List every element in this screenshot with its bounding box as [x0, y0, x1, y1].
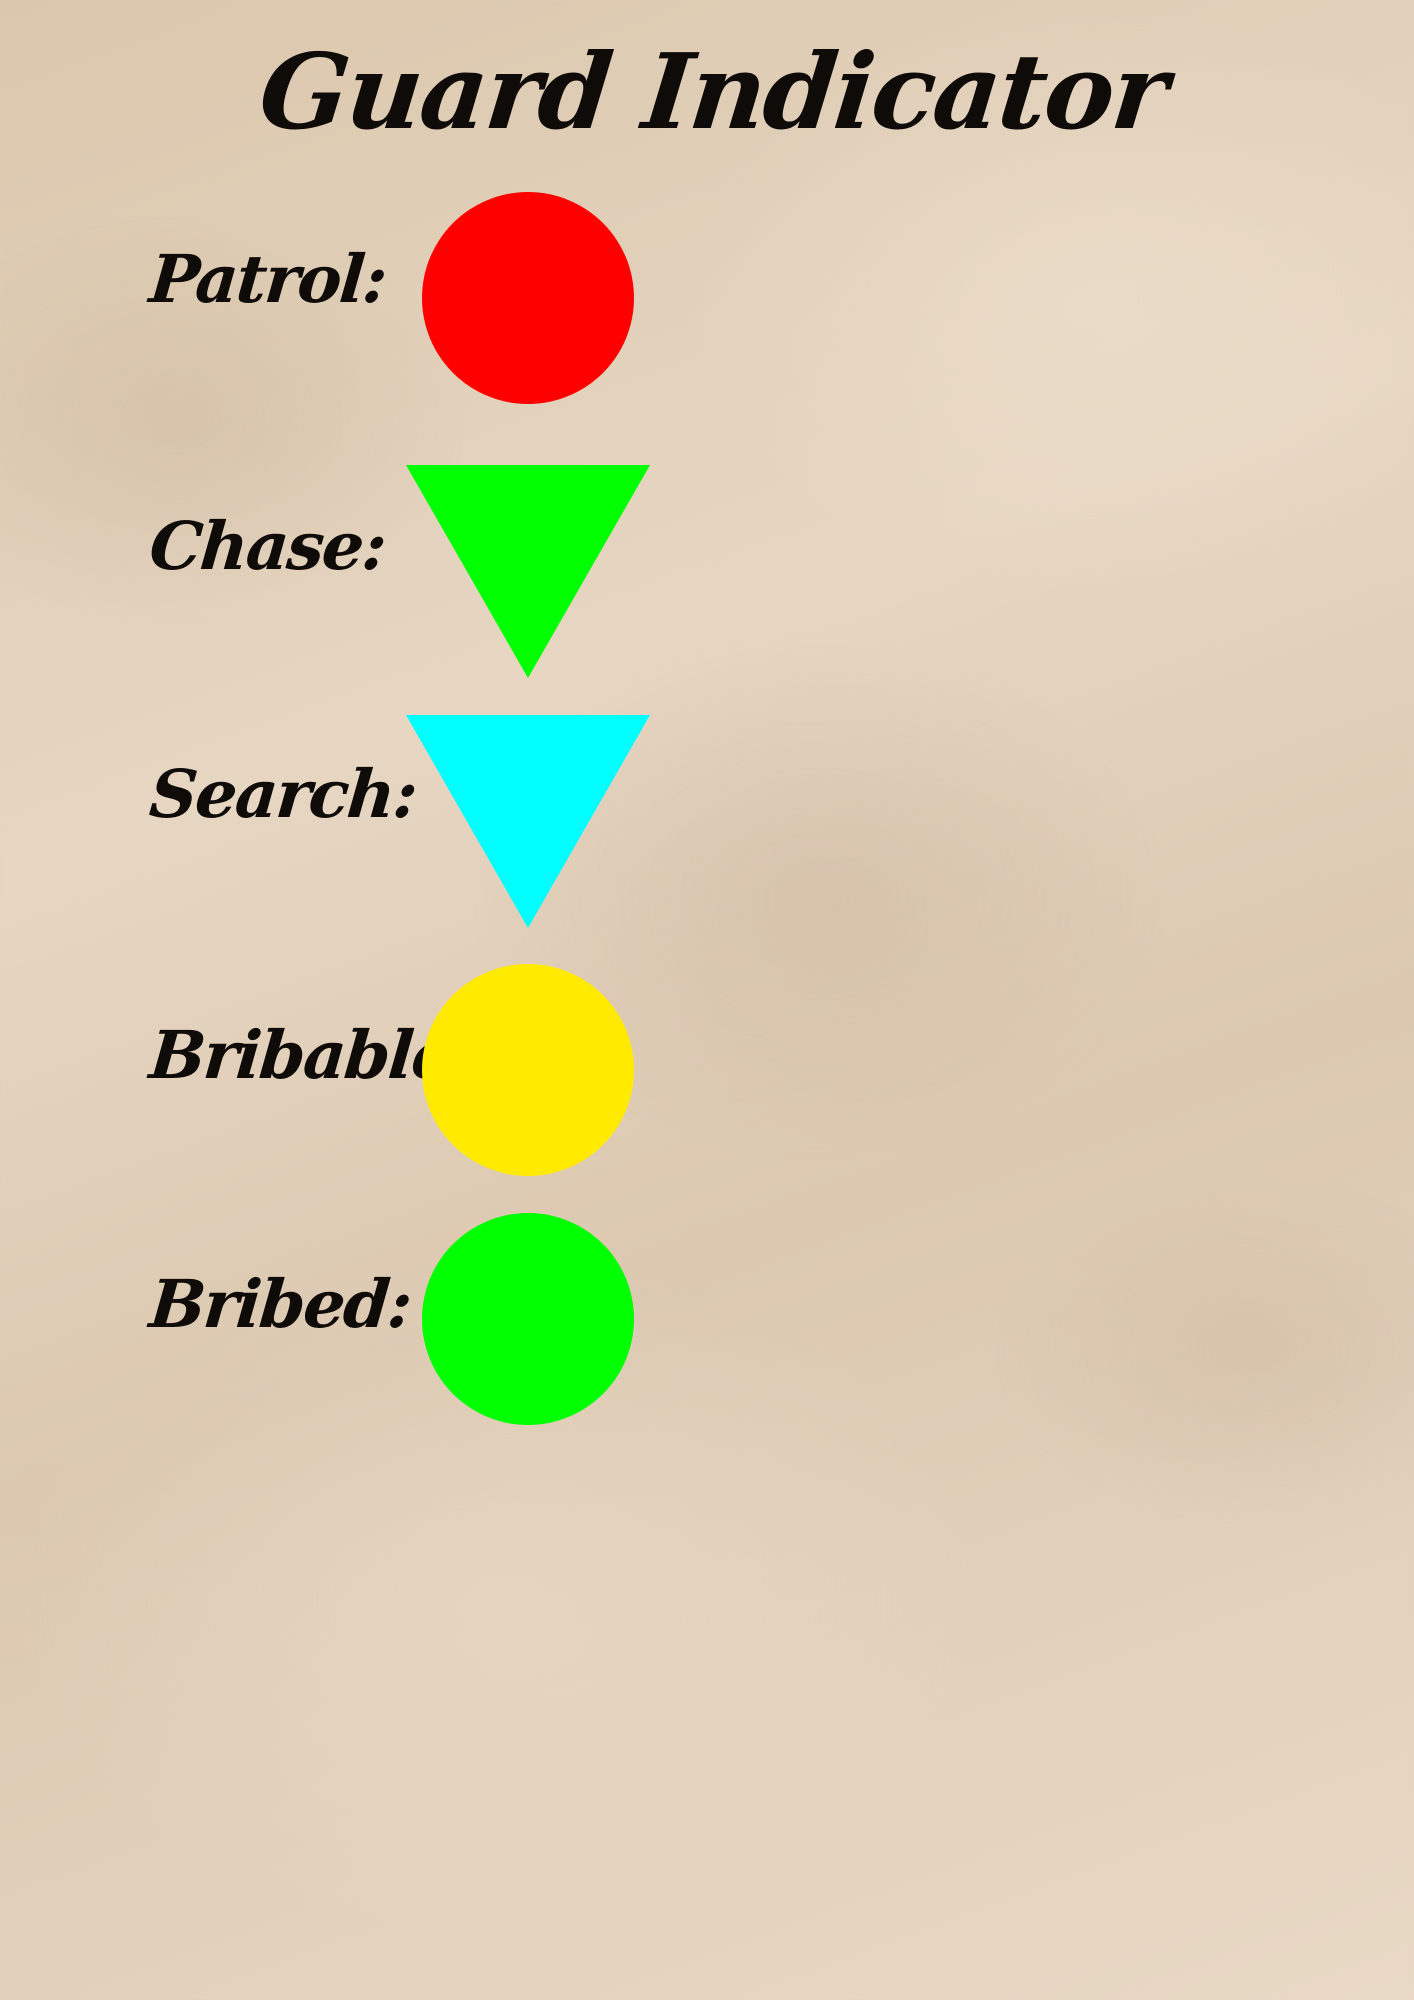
indicator-row-chase: Chase: — [0, 465, 1414, 685]
indicator-label-search: Search: — [146, 755, 420, 833]
patrol-circle-icon — [422, 192, 634, 404]
bribable-circle-icon — [422, 964, 634, 1176]
bribed-circle-icon — [422, 1213, 634, 1425]
indicator-row-bribed: Bribed: — [0, 1211, 1414, 1431]
indicator-row-patrol: Patrol: — [0, 190, 1414, 410]
indicator-label-chase: Chase: — [146, 507, 389, 585]
page-title: Guard Indicator — [254, 30, 1172, 153]
indicator-row-bribable: Bribable: — [0, 962, 1414, 1182]
search-triangle-icon — [406, 715, 650, 928]
indicator-row-search: Search: — [0, 715, 1414, 935]
indicator-label-bribed: Bribed: — [146, 1265, 414, 1343]
guard-indicator-sheet: { "title": "Guard Indicator", "indicator… — [0, 0, 1414, 2000]
indicator-label-patrol: Patrol: — [146, 240, 389, 318]
chase-triangle-icon — [406, 465, 650, 678]
